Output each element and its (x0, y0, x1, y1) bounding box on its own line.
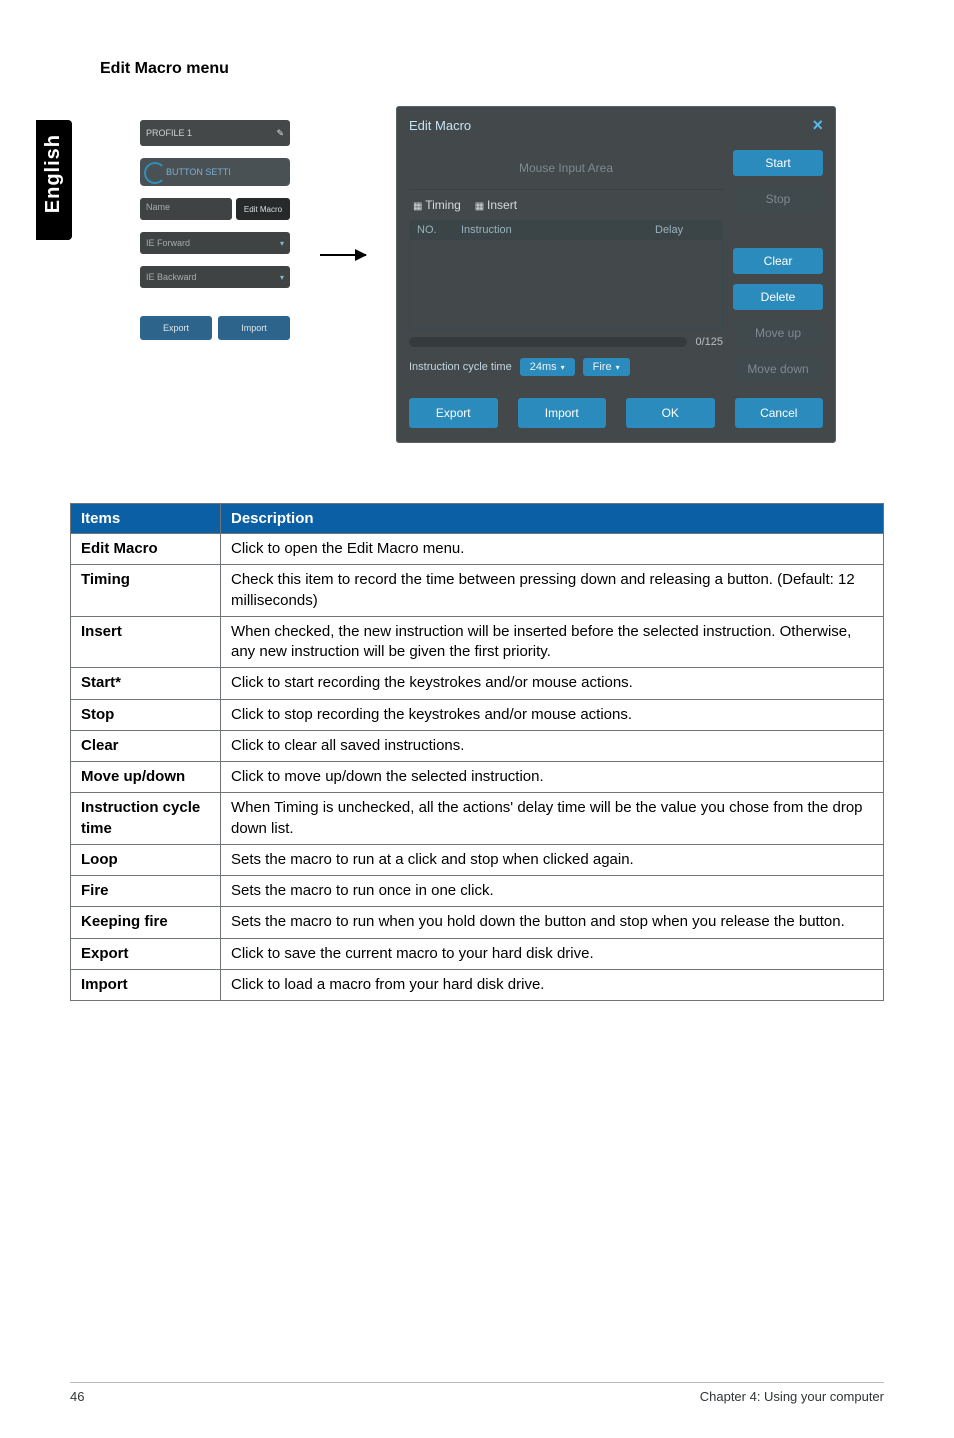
list-count: 0/125 (695, 336, 723, 348)
pencil-icon: ✎ (276, 128, 284, 139)
close-icon[interactable]: × (812, 115, 823, 136)
items-description-table: Items Description Edit MacroClick to ope… (70, 503, 884, 1001)
item-desc-cell: When checked, the new instruction will b… (221, 616, 884, 668)
instruction-list-header: NO. Instruction Delay (409, 220, 723, 240)
chevron-down-icon: ▾ (280, 239, 284, 248)
table-row: TimingCheck this item to record the time… (71, 565, 884, 617)
table-row: LoopSets the macro to run at a click and… (71, 844, 884, 875)
chapter-label: Chapter 4: Using your computer (700, 1389, 884, 1404)
item-desc-cell: Check this item to record the time betwe… (221, 565, 884, 617)
item-name-cell: Keeping fire (71, 907, 221, 938)
fire-mode-select[interactable]: Fire ▾ (583, 358, 630, 376)
chevron-down-icon: ▾ (561, 363, 565, 372)
instruction-list[interactable] (409, 240, 723, 330)
screenshot-composite: PROFILE 1 ✎ BUTTON SETTI Name Edit Macro… (140, 106, 884, 443)
item-desc-cell: Sets the macro to run at a click and sto… (221, 844, 884, 875)
section-heading: Edit Macro menu (100, 60, 884, 78)
item-desc-cell: Click to start recording the keystrokes … (221, 668, 884, 699)
item-desc-cell: Sets the macro to run when you hold down… (221, 907, 884, 938)
page-footer: 46 Chapter 4: Using your computer (70, 1382, 884, 1404)
item-name-cell: Insert (71, 616, 221, 668)
item-name-cell: Import (71, 969, 221, 1000)
table-row: Move up/downClick to move up/down the se… (71, 762, 884, 793)
cancel-button[interactable]: Cancel (735, 398, 824, 428)
cycle-time-label: Instruction cycle time (409, 361, 512, 373)
table-header-items: Items (71, 504, 221, 534)
callout-arrow (320, 254, 366, 256)
spacer (733, 222, 823, 238)
name-label: Name (140, 198, 232, 220)
fire-mode-value: Fire (593, 361, 612, 373)
ie-backward-row[interactable]: IE Backward ▾ (140, 266, 290, 288)
side-export-button[interactable]: Export (140, 316, 212, 340)
table-row: Keeping fireSets the macro to run when y… (71, 907, 884, 938)
item-name-cell: Timing (71, 565, 221, 617)
table-row: ImportClick to load a macro from your ha… (71, 969, 884, 1000)
language-tab-label: English (36, 120, 71, 227)
clear-button[interactable]: Clear (733, 248, 823, 274)
table-row: Edit MacroClick to open the Edit Macro m… (71, 534, 884, 565)
item-desc-cell: Sets the macro to run once in one click. (221, 876, 884, 907)
item-name-cell: Clear (71, 730, 221, 761)
table-row: StopClick to stop recording the keystrok… (71, 699, 884, 730)
profile-label: PROFILE 1 (146, 128, 192, 138)
button-setting-label: BUTTON SETTI (166, 167, 231, 177)
table-row: Instruction cycle timeWhen Timing is unc… (71, 793, 884, 845)
item-desc-cell: Click to move up/down the selected instr… (221, 762, 884, 793)
tab-timing[interactable]: Timing (413, 198, 461, 212)
item-desc-cell: When Timing is unchecked, all the action… (221, 793, 884, 845)
delete-button[interactable]: Delete (733, 284, 823, 310)
ie-backward-label: IE Backward (146, 272, 197, 282)
macro-name-row: Name Edit Macro (140, 198, 290, 220)
item-name-cell: Instruction cycle time (71, 793, 221, 845)
page-number: 46 (70, 1389, 84, 1404)
item-desc-cell: Click to load a macro from your hard dis… (221, 969, 884, 1000)
col-instruction: Instruction (461, 224, 637, 236)
table-header-description: Description (221, 504, 884, 534)
item-name-cell: Stop (71, 699, 221, 730)
side-import-button[interactable]: Import (218, 316, 290, 340)
table-row: FireSets the macro to run once in one cl… (71, 876, 884, 907)
edit-macro-dialog: Edit Macro × Mouse Input Area Timing Ins… (396, 106, 836, 443)
item-desc-cell: Click to clear all saved instructions. (221, 730, 884, 761)
cycle-time-select[interactable]: 24ms ▾ (520, 358, 575, 376)
chevron-down-icon: ▾ (280, 273, 284, 282)
item-desc-cell: Click to save the current macro to your … (221, 938, 884, 969)
language-tab: English (36, 120, 72, 240)
item-name-cell: Loop (71, 844, 221, 875)
item-desc-cell: Click to stop recording the keystrokes a… (221, 699, 884, 730)
mouse-input-area[interactable]: Mouse Input Area (409, 146, 723, 190)
profile-side-panel: PROFILE 1 ✎ BUTTON SETTI Name Edit Macro… (140, 106, 290, 340)
col-delay: Delay (655, 224, 715, 236)
item-name-cell: Start* (71, 668, 221, 699)
item-name-cell: Export (71, 938, 221, 969)
move-down-button[interactable]: Move down (733, 356, 823, 382)
item-desc-cell: Click to open the Edit Macro menu. (221, 534, 884, 565)
move-up-button[interactable]: Move up (733, 320, 823, 346)
button-setting-row[interactable]: BUTTON SETTI (140, 158, 290, 186)
edit-macro-button[interactable]: Edit Macro (236, 198, 290, 220)
cycle-time-value: 24ms (530, 361, 557, 373)
start-button[interactable]: Start (733, 150, 823, 176)
ie-forward-label: IE Forward (146, 238, 190, 248)
dialog-title: Edit Macro (409, 118, 471, 133)
table-row: ExportClick to save the current macro to… (71, 938, 884, 969)
profile-row[interactable]: PROFILE 1 ✎ (140, 120, 290, 146)
stop-button[interactable]: Stop (733, 186, 823, 212)
dialog-import-button[interactable]: Import (518, 398, 607, 428)
list-scrollbar[interactable] (409, 337, 687, 347)
table-row: InsertWhen checked, the new instruction … (71, 616, 884, 668)
col-no: NO. (417, 224, 443, 236)
dialog-export-button[interactable]: Export (409, 398, 498, 428)
tab-insert[interactable]: Insert (475, 198, 517, 212)
item-name-cell: Edit Macro (71, 534, 221, 565)
chevron-down-icon: ▾ (616, 363, 620, 372)
item-name-cell: Fire (71, 876, 221, 907)
ie-forward-row[interactable]: IE Forward ▾ (140, 232, 290, 254)
item-name-cell: Move up/down (71, 762, 221, 793)
table-row: ClearClick to clear all saved instructio… (71, 730, 884, 761)
table-row: Start*Click to start recording the keyst… (71, 668, 884, 699)
ok-button[interactable]: OK (626, 398, 715, 428)
